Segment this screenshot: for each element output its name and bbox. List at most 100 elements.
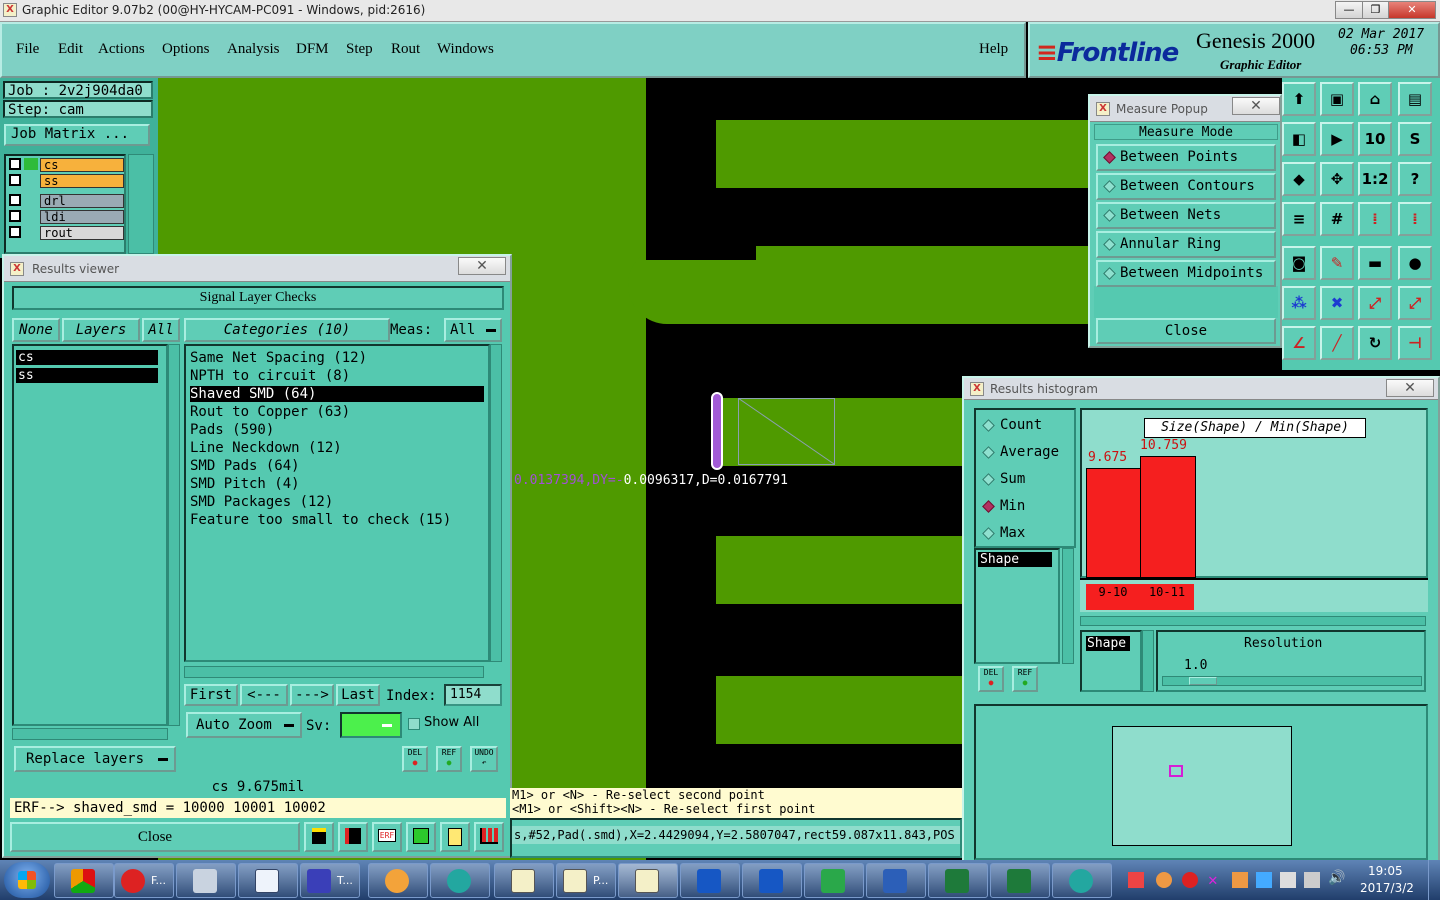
replace-layers-select[interactable]: Replace layers (14, 746, 176, 772)
report-icon[interactable] (440, 822, 470, 852)
menu-windows[interactable]: Windows (437, 41, 494, 58)
scale-icon[interactable]: 1:2 (1358, 162, 1392, 196)
axis-field-list[interactable]: Shape (1080, 630, 1142, 692)
del-button[interactable]: DEL ● (402, 746, 428, 772)
tray-icon[interactable]: ✕ (1208, 872, 1224, 888)
category-item[interactable]: Same Net Spacing (12) (190, 350, 484, 366)
meas-select[interactable]: All (444, 318, 502, 342)
taskbar-app[interactable] (742, 863, 802, 898)
category-item[interactable]: Line Neckdown (12) (190, 440, 484, 456)
taskbar-app[interactable] (54, 863, 114, 898)
taskbar-app[interactable]: T... (300, 863, 360, 898)
menu-options[interactable]: Options (162, 41, 210, 58)
dot-icon[interactable]: ● (1398, 246, 1432, 280)
tray-icon[interactable] (1156, 872, 1172, 888)
categories-hscroll[interactable] (184, 666, 484, 678)
show-all-checkbox[interactable] (408, 718, 420, 730)
index-input[interactable]: 1154 (444, 684, 502, 706)
results-viewer-close-x[interactable]: ✕ (458, 257, 506, 275)
minimize-button[interactable]: — (1335, 1, 1363, 19)
layer-rout[interactable]: rout (40, 226, 124, 240)
taskbar-app[interactable] (866, 863, 926, 898)
menu-step[interactable]: Step (346, 41, 373, 58)
measure-option[interactable]: Annular Ring (1096, 231, 1276, 258)
close-window-button[interactable]: ✕ (1388, 1, 1436, 19)
taskbar-app[interactable]: F... (114, 863, 174, 898)
category-item[interactable]: SMD Pads (64) (190, 458, 484, 474)
volume-icon[interactable]: 🔊 (1328, 870, 1345, 888)
tool-icon[interactable] (406, 822, 436, 852)
histogram-list-item[interactable]: Shape (978, 552, 1052, 567)
taskbar-app[interactable] (176, 863, 236, 898)
taskbar-app[interactable] (430, 863, 490, 898)
stat-option[interactable]: Average (978, 441, 1072, 463)
cross-icon[interactable]: ✖ (1320, 286, 1354, 320)
stat-option[interactable]: Min (978, 495, 1072, 517)
undo-button[interactable]: UNDO ↶ (470, 746, 498, 772)
layer-checkbox[interactable] (9, 158, 21, 170)
redraw-icon[interactable]: S (1398, 122, 1432, 156)
preview-canvas[interactable] (1112, 726, 1292, 846)
tray-icon[interactable] (1280, 872, 1296, 888)
categories-vscroll[interactable] (490, 344, 502, 662)
axis-field-scroll[interactable] (1142, 630, 1154, 692)
layer-checkbox[interactable] (9, 174, 21, 186)
network-icon[interactable] (1304, 872, 1320, 888)
layers-all-button[interactable]: All (142, 318, 180, 342)
tool-icon[interactable] (304, 822, 334, 852)
measure-popup-close-button[interactable]: Close (1096, 318, 1276, 344)
resolution-slider[interactable] (1162, 676, 1422, 686)
net-select-icon[interactable]: ⁞ (1398, 202, 1432, 236)
stat-option[interactable]: Sum (978, 468, 1072, 490)
layer-checkbox[interactable] (9, 210, 21, 222)
pad-icon[interactable]: ◙ (1282, 246, 1316, 280)
measure-option[interactable]: Between Nets (1096, 202, 1276, 229)
net-icon[interactable]: ⁞ (1358, 202, 1392, 236)
resolution-slider-thumb[interactable] (1189, 677, 1217, 685)
symbol-icon[interactable]: ⊣ (1398, 326, 1432, 360)
histogram-icon[interactable] (474, 822, 504, 852)
line-icon[interactable]: ⤢ (1398, 286, 1432, 320)
erf-icon[interactable]: ERF (372, 822, 402, 852)
angle-icon[interactable]: ∠ (1282, 326, 1316, 360)
menu-actions[interactable]: Actions (98, 41, 145, 58)
category-item[interactable]: SMD Packages (12) (190, 494, 484, 510)
measure-option[interactable]: Between Contours (1096, 173, 1276, 200)
first-button[interactable]: First (184, 684, 238, 706)
category-item[interactable]: SMD Pitch (4) (190, 476, 484, 492)
grid-icon[interactable]: # (1320, 202, 1354, 236)
edit-icon[interactable]: ✎ (1320, 246, 1354, 280)
taskbar-app[interactable]: P... (556, 863, 616, 898)
help-icon[interactable]: ? (1398, 162, 1432, 196)
histogram-bar[interactable] (1140, 456, 1196, 578)
sv-color-select[interactable] (340, 712, 402, 738)
taskbar-app[interactable] (368, 863, 428, 898)
taskbar-app[interactable] (804, 863, 864, 898)
ref-button[interactable]: REF ● (436, 746, 462, 772)
menu-rout[interactable]: Rout (391, 41, 420, 58)
hist-ref-button[interactable]: REF ● (1012, 666, 1038, 692)
result-layer-item[interactable]: ss (16, 368, 158, 383)
layer-results-list[interactable]: cs ss (12, 344, 168, 726)
categories-button[interactable]: Categories (10) (184, 318, 390, 342)
category-item[interactable]: Shaved SMD (64) (190, 386, 484, 402)
pan-left-icon[interactable]: ◧ (1282, 122, 1316, 156)
taskbar-app[interactable] (1052, 863, 1112, 898)
taskbar-app[interactable] (238, 863, 298, 898)
layers-none-button[interactable]: None (12, 318, 60, 342)
stat-option[interactable]: Max (978, 522, 1072, 544)
next-button[interactable]: ---> (290, 684, 334, 706)
axis-field-item[interactable]: Shape (1086, 636, 1130, 651)
ruler-icon[interactable]: ▬ (1358, 246, 1392, 280)
taskbar-app[interactable] (680, 863, 740, 898)
category-item[interactable]: NPTH to circuit (8) (190, 368, 484, 384)
prev-button[interactable]: <--- (240, 684, 288, 706)
start-button[interactable] (4, 862, 50, 898)
auto-zoom-select[interactable]: Auto Zoom (186, 712, 302, 738)
center-icon[interactable]: ✥ (1320, 162, 1354, 196)
arc-icon[interactable]: ↻ (1358, 326, 1392, 360)
measure-popup-close-x[interactable]: ✕ (1232, 97, 1280, 115)
line-icon[interactable]: ⤢ (1358, 286, 1392, 320)
menu-edit[interactable]: Edit (58, 41, 83, 58)
layer-cs[interactable]: cs (40, 158, 124, 172)
